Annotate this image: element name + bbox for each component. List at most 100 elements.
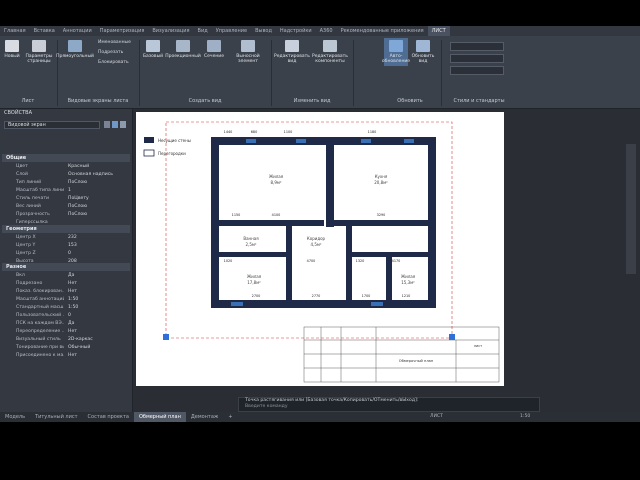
property-value[interactable]: Нет (68, 328, 128, 336)
property-value[interactable]: 1:50 (68, 304, 128, 312)
select-objects-icon[interactable] (112, 121, 118, 128)
tab-layout[interactable]: Состав проекта (83, 412, 134, 422)
section-view-button[interactable]: Сечение (202, 40, 226, 59)
ribbon-tab[interactable]: A360 (316, 26, 337, 36)
property-row[interactable]: Визуальный стиль 2D-каркас (2, 336, 130, 344)
object-type-select[interactable]: Видовой экран (4, 121, 100, 129)
property-row[interactable]: ПСК на каждом ВЭ... Да (2, 320, 130, 328)
property-key: Прозрачность (16, 212, 50, 217)
property-value[interactable]: Да (68, 320, 128, 328)
property-row[interactable]: Центр Y 153 (2, 242, 130, 250)
property-value[interactable]: 2D-каркас (68, 336, 128, 344)
property-row[interactable]: Стиль печати ПоЦвету (2, 195, 130, 203)
property-value[interactable]: Обычный (68, 344, 128, 352)
property-value[interactable]: ПоСлою (68, 179, 128, 187)
room-name: Коридор (307, 236, 326, 241)
tab-layout[interactable]: Титульный лист (30, 412, 82, 422)
section-misc[interactable]: Разное (2, 263, 130, 271)
property-value[interactable]: ПоЦвету (68, 195, 128, 203)
ribbon-tab[interactable]: Аннотации (59, 26, 96, 36)
clip-viewport-button[interactable]: Подрезать (98, 50, 123, 55)
quick-select-icon[interactable] (120, 121, 126, 128)
base-view-button[interactable]: Базовый (142, 40, 164, 59)
ribbon-tab[interactable]: Вставка (30, 26, 59, 36)
style-dropdown[interactable] (450, 42, 504, 51)
ribbon-tab[interactable]: Управление (212, 26, 251, 36)
property-row[interactable]: Показ. блокирован... Нет (2, 288, 130, 296)
property-value[interactable]: Нет (68, 280, 128, 288)
property-row[interactable]: Цвет Красный (2, 163, 130, 171)
property-row[interactable]: Тонирование при вы... Обычный (2, 344, 130, 352)
tab-layout[interactable]: Демонтаж (186, 412, 224, 422)
property-row[interactable]: Тип линий ПоСлою (2, 179, 130, 187)
toggle-pickadd-icon[interactable] (104, 121, 110, 128)
new-layout-button[interactable]: Новый (3, 40, 21, 59)
property-row[interactable]: Центр X 232 (2, 234, 130, 242)
ribbon-tab[interactable]: Параметризация (96, 26, 149, 36)
property-value[interactable]: ПоСлою (68, 203, 128, 211)
command-line[interactable]: Точка растягивания или [Базовая точка/Ко… (238, 397, 540, 412)
property-value[interactable]: 0 (68, 312, 128, 320)
tab-model[interactable]: Модель (0, 412, 30, 422)
style-dropdown[interactable] (450, 54, 504, 63)
property-row[interactable]: Масштаб типа линий 1 (2, 187, 130, 195)
annotation-scale[interactable]: 1:50 (520, 414, 530, 419)
ribbon-tab[interactable]: Вид (194, 26, 212, 36)
style-dropdown[interactable] (450, 66, 504, 75)
viewport-grip[interactable] (163, 334, 169, 340)
property-value[interactable]: Нет (68, 288, 128, 296)
property-value[interactable]: 0 (68, 250, 128, 258)
property-row[interactable]: Стандартный масш... 1:50 (2, 304, 130, 312)
property-row[interactable]: Слой Основная надпись (2, 171, 130, 179)
viewport-grip[interactable] (449, 334, 455, 340)
property-row[interactable]: Вес линий ПоСлою (2, 203, 130, 211)
property-value[interactable]: 153 (68, 242, 128, 250)
named-viewports-button[interactable]: Именованные (98, 40, 131, 45)
ribbon-tab[interactable]: Вывод (251, 26, 276, 36)
property-row[interactable]: Вкл Да (2, 272, 130, 280)
property-value[interactable]: Да (68, 272, 128, 280)
property-row[interactable]: Масштаб аннотаций 1:50 (2, 296, 130, 304)
lock-viewport-button[interactable]: Блокировать (98, 60, 129, 65)
ribbon-tab[interactable]: Рекомендованные приложения (337, 26, 428, 36)
projected-view-button[interactable]: Проекционный (165, 40, 201, 59)
property-value[interactable]: ПоСлою (68, 211, 128, 219)
paper-sheet[interactable]: Несущие стены Перегородки Жилая 8,9м² Ку… (136, 112, 504, 386)
property-value[interactable]: Красный (68, 163, 128, 171)
ribbon-tab-active[interactable]: ЛИСТ (427, 26, 450, 36)
properties-palette: СВОЙСТВА Видовой экран Общие Цвет Красный… (0, 109, 133, 412)
tab-layout-active[interactable]: Обмерный план (133, 412, 186, 422)
section-general[interactable]: Общие (2, 154, 130, 162)
property-row[interactable]: Прозрачность ПоСлою (2, 211, 130, 219)
projected-view-icon (176, 40, 190, 52)
property-row[interactable]: Центр Z 0 (2, 250, 130, 258)
section-geometry[interactable]: Геометрия (2, 225, 130, 233)
property-value[interactable]: 1 (68, 187, 128, 195)
add-layout-button[interactable]: + (223, 412, 237, 422)
room-name: Жилая (247, 274, 262, 279)
property-row[interactable]: Присоединено к ма... Нет (2, 352, 130, 360)
property-row[interactable]: Подрезано Нет (2, 280, 130, 288)
edit-view-button[interactable]: Редактировать вид (274, 40, 310, 64)
panel-label: Стили и стандарты (453, 98, 505, 104)
edit-components-button[interactable]: Редактировать компоненты (311, 40, 349, 64)
detail-view-button[interactable]: Выносной элемент (228, 40, 268, 64)
room-area: 4,5м² (311, 242, 322, 247)
command-input[interactable]: Введите команду (245, 404, 288, 409)
status-layout-label[interactable]: ЛИСТ (430, 414, 443, 419)
auto-update-button[interactable]: Авто-обновление (382, 38, 410, 66)
property-value[interactable]: 1:50 (68, 296, 128, 304)
page-setup-button[interactable]: Параметры страницы (24, 40, 54, 64)
ribbon-tab[interactable]: Главная (0, 26, 30, 36)
stamp-sheet-label: лист (474, 344, 482, 348)
update-view-button[interactable]: Обновить вид (410, 40, 436, 64)
vertical-scrollbar[interactable] (626, 144, 636, 274)
property-row[interactable]: Переопределение ... Нет (2, 328, 130, 336)
property-value[interactable]: Нет (68, 352, 128, 360)
rectangular-viewport-button[interactable]: Прямоугольный (56, 40, 94, 59)
ribbon-tab[interactable]: Надстройки (276, 26, 316, 36)
property-row[interactable]: Пользовательский ... 0 (2, 312, 130, 320)
property-value[interactable]: 232 (68, 234, 128, 242)
ribbon-tab[interactable]: Визуализация (148, 26, 193, 36)
property-value[interactable]: Основная надпись (68, 171, 128, 179)
